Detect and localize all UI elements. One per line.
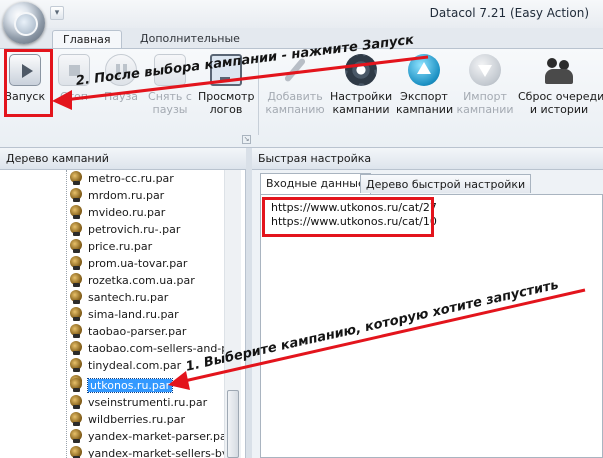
campaign-icon bbox=[68, 445, 84, 458]
tree-item[interactable]: wildberries.ru.par bbox=[68, 410, 224, 428]
tree-scrollbar[interactable] bbox=[224, 170, 241, 458]
unpause-label-1: Снять с bbox=[148, 90, 192, 103]
tree-item[interactable]: mvideo.ru.par bbox=[68, 203, 224, 221]
tree-connector-line bbox=[66, 170, 67, 458]
view-logs-label-2: логов bbox=[209, 103, 243, 116]
campaign-tree-header: Дерево кампаний bbox=[0, 148, 246, 170]
upload-arrow-icon bbox=[408, 54, 440, 86]
campaign-icon bbox=[68, 272, 84, 288]
reset-label-2: и истории bbox=[529, 103, 589, 116]
tree-item[interactable]: yandex-market-sellers-by-p bbox=[68, 444, 224, 458]
gear-icon bbox=[345, 54, 377, 86]
input-line: https://www.utkonos.ru/cat/27 bbox=[271, 201, 437, 214]
campaign-icon bbox=[68, 187, 84, 203]
campaign-icon bbox=[68, 204, 84, 220]
campaign-icon bbox=[68, 340, 84, 356]
quick-settings-header: Быстрая настройка bbox=[252, 148, 603, 170]
tab-home[interactable]: Главная bbox=[52, 30, 122, 49]
tree-item[interactable]: rozetka.com.ua.par bbox=[68, 271, 224, 289]
input-data-textarea[interactable]: https://www.utkonos.ru/cat/27 https://ww… bbox=[260, 194, 603, 458]
quick-access-toolbar: ▾ bbox=[50, 6, 64, 20]
tree-item[interactable]: metro-cc.ru.par bbox=[68, 169, 224, 187]
campaign-icon bbox=[68, 255, 84, 271]
tab-input-data[interactable]: Входные данные bbox=[260, 173, 371, 194]
launch-button[interactable]: Запуск bbox=[2, 52, 48, 103]
export-label-2: кампании bbox=[396, 103, 454, 116]
import-label-1: Импорт bbox=[463, 90, 507, 103]
add-campaign-label-1: Добавить bbox=[267, 90, 323, 103]
reset-label-1: Сброс очереди bbox=[518, 90, 603, 103]
tree-item[interactable]: sima-land.ru.par bbox=[68, 305, 224, 323]
campaign-icon bbox=[68, 170, 84, 186]
scrollbar-thumb[interactable] bbox=[227, 390, 239, 458]
tree-item[interactable]: price.ru.par bbox=[68, 237, 224, 255]
tree-item[interactable]: vseinstrumenti.ru.par bbox=[68, 393, 224, 411]
import-label-2: кампании bbox=[456, 103, 514, 116]
tree-item-selected[interactable]: utkonos.ru.par bbox=[68, 376, 224, 394]
reset-queue-button[interactable]: Сброс очереди и истории bbox=[518, 52, 603, 116]
unpause-label-2: паузы bbox=[152, 103, 188, 116]
campaign-icon bbox=[68, 221, 84, 237]
tab-quick-settings-tree[interactable]: Дерево быстрой настройки bbox=[360, 174, 532, 193]
campaign-icon bbox=[68, 323, 84, 339]
campaign-icon bbox=[68, 428, 84, 444]
campaign-icon bbox=[68, 357, 84, 373]
export-campaign-button[interactable]: Экспорт кампании bbox=[396, 52, 454, 116]
tree-item[interactable]: taobao.com-sellers-and-pri bbox=[68, 339, 224, 357]
input-line: https://www.utkonos.ru/cat/10 bbox=[271, 215, 437, 228]
stop-label: Стоп bbox=[59, 90, 88, 103]
people-icon bbox=[543, 54, 575, 86]
tree-item[interactable]: petrovich.ru-.par bbox=[68, 220, 224, 238]
campaign-icon bbox=[68, 289, 84, 305]
campaign-icon bbox=[68, 238, 84, 254]
ribbon: Запуск Стоп Пауза Снять с паузы Просмотр… bbox=[0, 48, 603, 148]
campaign-icon bbox=[68, 306, 84, 322]
title-bar: ▾ Datacol 7.21 (Easy Action) bbox=[0, 0, 603, 44]
pause-label: Пауза bbox=[103, 90, 139, 103]
tree-item[interactable]: yandex-market-parser.par bbox=[68, 427, 224, 445]
view-logs-label-1: Просмотр bbox=[198, 90, 255, 103]
download-arrow-icon bbox=[469, 54, 501, 86]
ribbon-separator bbox=[258, 55, 259, 135]
campaign-settings-button[interactable]: Настройки кампании bbox=[330, 52, 392, 116]
tree-item[interactable]: mrdom.ru.par bbox=[68, 186, 224, 204]
add-campaign-label-2: кампанию bbox=[265, 103, 325, 116]
campaign-settings-label-1: Настройки bbox=[330, 90, 393, 103]
tree-item[interactable]: taobao-parser.par bbox=[68, 322, 224, 340]
tab-additional[interactable]: Дополнительные bbox=[130, 30, 250, 49]
campaign-settings-label-2: кампании bbox=[332, 103, 390, 116]
play-icon bbox=[9, 54, 41, 86]
quick-access-dropdown-button[interactable]: ▾ bbox=[50, 6, 64, 20]
ribbon-tabs: Главная Дополнительные bbox=[0, 28, 603, 49]
launch-label: Запуск bbox=[4, 90, 46, 103]
campaign-icon bbox=[68, 394, 84, 410]
import-campaign-button[interactable]: Импорт кампании bbox=[456, 52, 514, 116]
tree-item[interactable]: prom.ua-tovar.par bbox=[68, 254, 224, 272]
campaign-icon bbox=[68, 411, 84, 427]
campaign-tree: metro-cc.ru.par mrdom.ru.par mvideo.ru.p… bbox=[0, 170, 246, 458]
app-menu-orb-icon[interactable] bbox=[3, 2, 45, 44]
campaign-icon bbox=[68, 377, 84, 393]
window-title: Datacol 7.21 (Easy Action) bbox=[429, 6, 589, 20]
export-label-1: Экспорт bbox=[400, 90, 448, 103]
tree-item[interactable]: santech.ru.par bbox=[68, 288, 224, 306]
group-launcher-icon[interactable]: ↘ bbox=[242, 135, 251, 144]
